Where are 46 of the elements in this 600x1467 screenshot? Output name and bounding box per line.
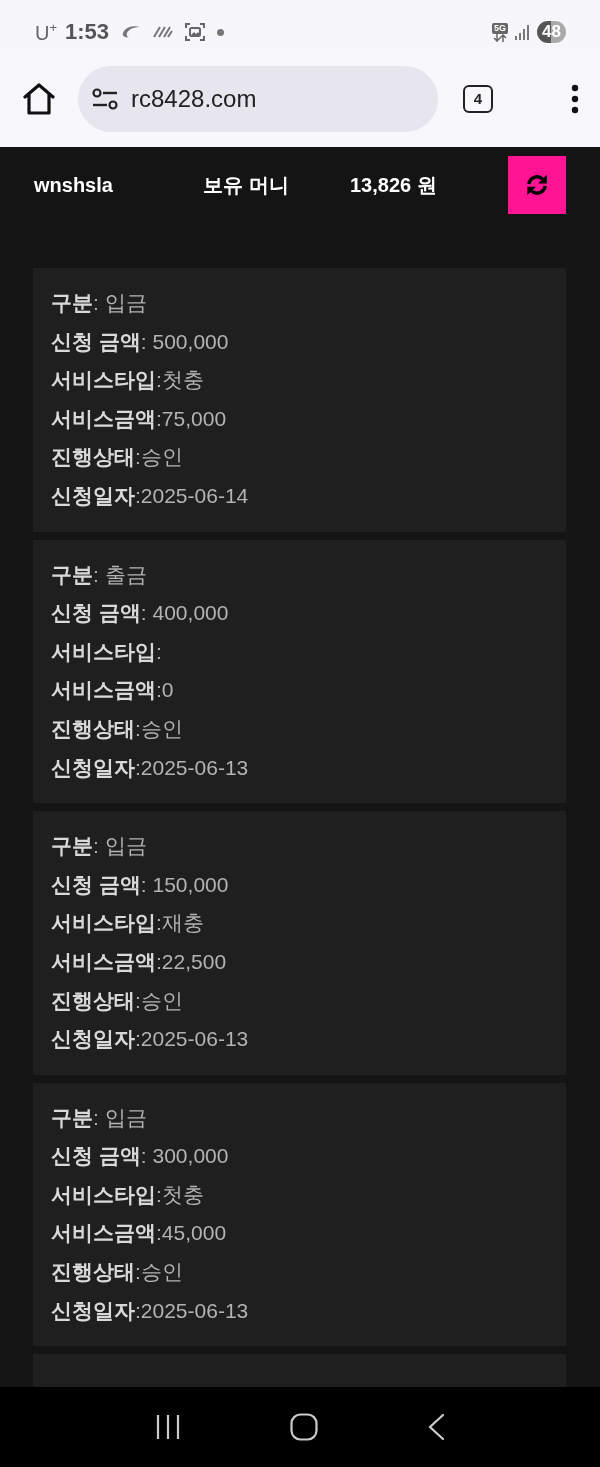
record-field: 신청일자:2025-06-14 — [51, 476, 548, 516]
record-field: 구분: 입금 — [51, 1098, 548, 1138]
balance-label: 보유 머니 — [203, 172, 290, 198]
clock-time: 1:53 — [65, 19, 110, 45]
record-field: 신청일자:2025-06-13 — [51, 1291, 548, 1331]
menu-button[interactable] — [570, 83, 580, 114]
record-field: 서비스타입:첫충 — [51, 1175, 548, 1215]
username: wnshsla — [34, 173, 114, 197]
refresh-icon — [524, 172, 550, 198]
network-label: 5G — [492, 22, 509, 34]
record-field: 서비스타입:재충 — [51, 904, 548, 943]
record-field: 서비스금액:0 — [51, 671, 548, 710]
record-field: 서비스타입: — [51, 632, 548, 672]
record-field: 신청 금액: 400,000 — [51, 594, 548, 633]
home-button[interactable] — [22, 82, 56, 115]
record-field: 진행상태:승인 — [51, 438, 548, 477]
record-field: 진행상태:승인 — [51, 981, 548, 1021]
record-field: 신청일자:2025-06-13 — [51, 748, 548, 788]
refresh-button[interactable] — [508, 156, 566, 214]
dot-icon — [217, 28, 225, 36]
screenshot-icon — [185, 22, 206, 42]
recent-apps-button[interactable] — [154, 1414, 181, 1440]
record-field: 진행상태:승인 — [51, 1253, 548, 1292]
tune-icon — [92, 87, 118, 110]
record-field: 신청 금액: 150,000 — [51, 865, 548, 905]
record-field: 신청일자:2025-06-13 — [51, 1020, 548, 1059]
record-field: 서비스타입:첫충 — [51, 361, 548, 400]
record-field: 구분: 입금 — [51, 284, 548, 323]
balance-amount: 13,826 원 — [350, 172, 438, 198]
record-field: 신청 금액: 300,000 — [51, 1137, 548, 1176]
record-field: 서비스금액:45,000 — [51, 1214, 548, 1254]
back-button[interactable] — [427, 1413, 446, 1441]
address-bar[interactable]: rc8428.com — [78, 65, 438, 132]
carrier-label: U$^{+}$ — [35, 19, 58, 45]
record-field: 서비스금액:22,500 — [51, 942, 548, 982]
url-text: rc8428.com — [131, 84, 257, 113]
stripes-icon — [153, 26, 174, 38]
tab-count-button[interactable]: 4 — [463, 84, 493, 113]
record-field: 구분: 입금 — [51, 827, 548, 866]
record-field: 서비스금액:75,000 — [51, 399, 548, 439]
record-field: 구분: 출금 — [51, 555, 548, 595]
home-nav-button[interactable] — [290, 1413, 318, 1441]
data-arrows-icon — [493, 33, 508, 42]
signal-icon — [515, 24, 531, 40]
record-field: 신청 금액: 500,000 — [51, 322, 548, 362]
record-field: 진행상태:승인 — [51, 709, 548, 749]
